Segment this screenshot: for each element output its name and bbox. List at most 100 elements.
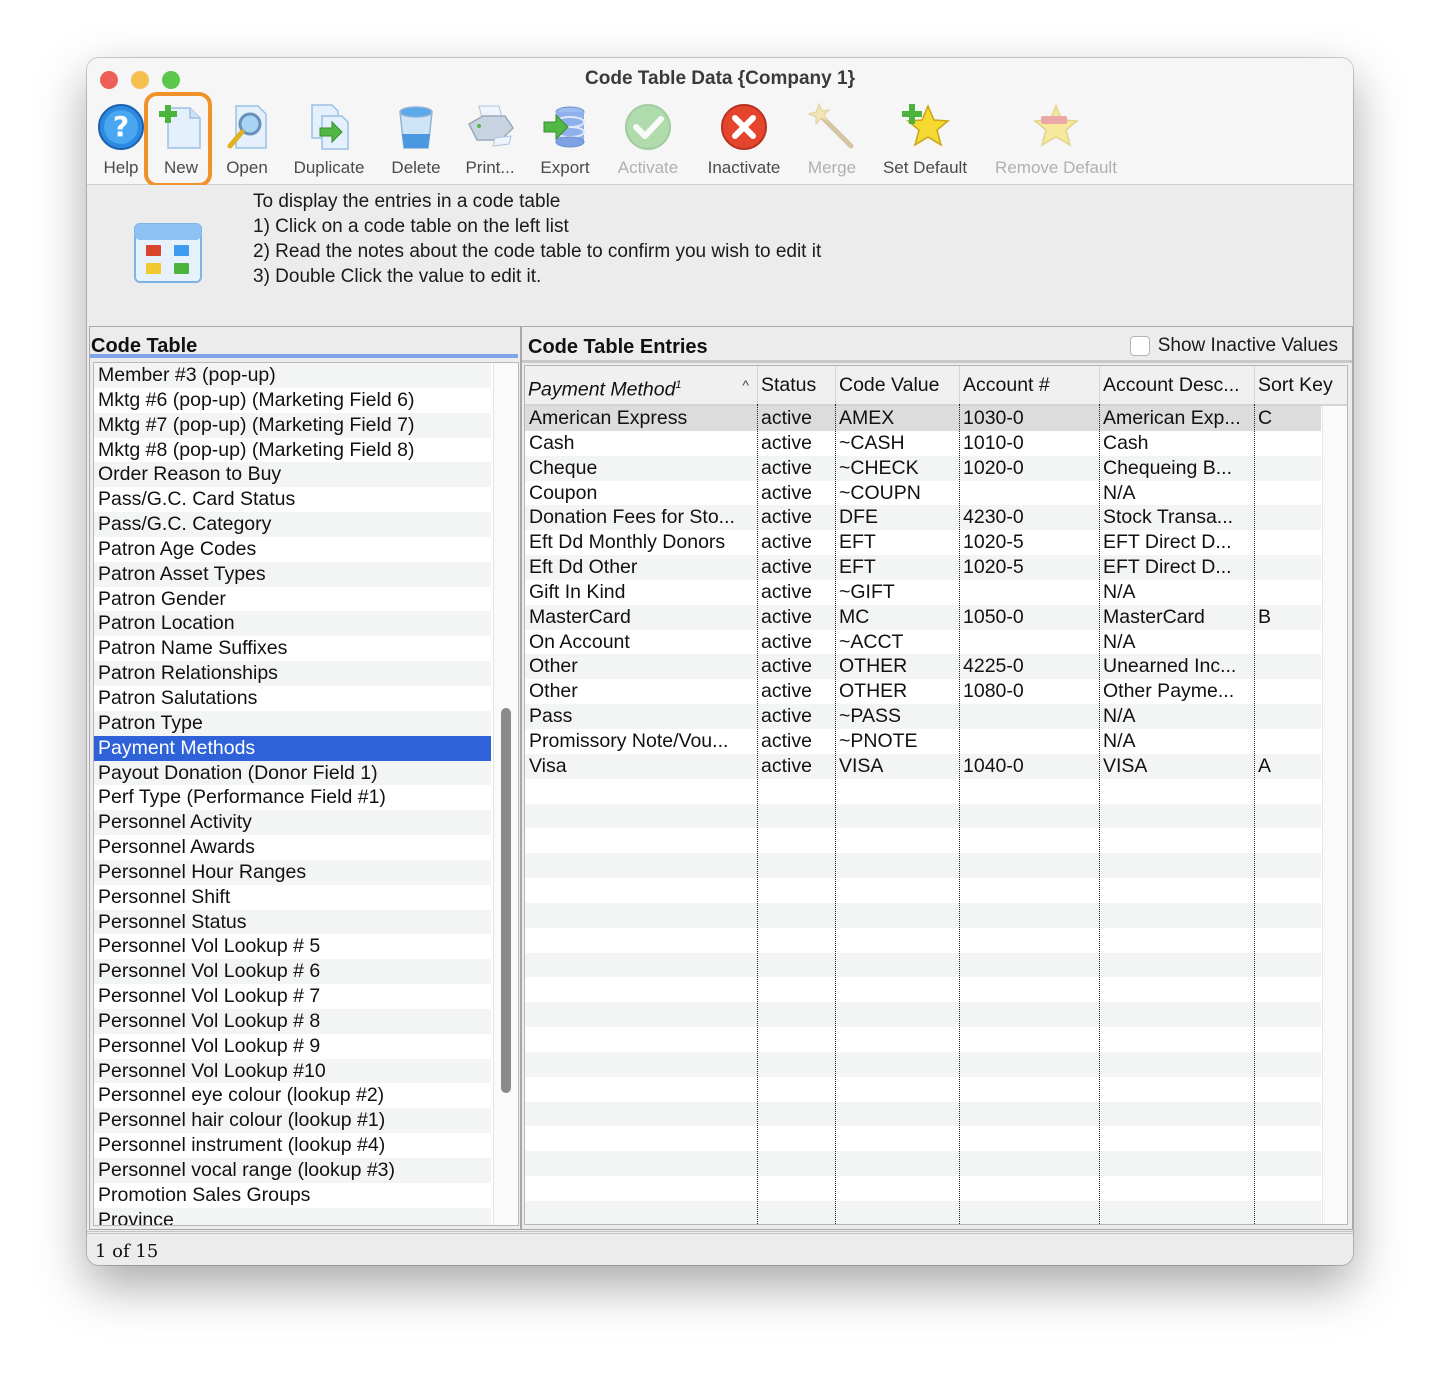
code-table-list-item[interactable]: Mktg #6 (pop-up) (Marketing Field 6) [94, 388, 491, 413]
cell-payment-method: Visa [529, 754, 567, 777]
column-header-code-value[interactable]: Code Value [835, 366, 959, 404]
code-table-list-item[interactable]: Personnel Awards [94, 835, 491, 860]
inactivate-button[interactable]: Inactivate [701, 98, 787, 182]
table-row[interactable]: Eft Dd Monthly Donors active EFT 1020-5 EFT … [525, 530, 1321, 555]
cell-account-desc: EFT Direct D... [1103, 531, 1232, 554]
toolbar: ? Help New Open Duplicate Delete Print..… [87, 98, 1353, 182]
code-table-list-item[interactable]: Personnel Status [94, 909, 491, 935]
code-table-list-item[interactable]: Personnel Vol Lookup # 7 [94, 984, 491, 1009]
code-table-list-item[interactable]: Personnel Hour Ranges [94, 859, 491, 885]
code-table-list-item[interactable]: Payout Donation (Donor Field 1) [94, 760, 491, 786]
code-table-list-item[interactable]: Patron Location [94, 611, 491, 637]
print-button[interactable]: Print... [459, 98, 521, 182]
cell-account-number: 1030-0 [963, 407, 1024, 429]
open-button[interactable]: Open [221, 98, 273, 182]
code-table-list-item[interactable]: Member #3 (pop-up) [94, 363, 491, 388]
code-table-list-item[interactable]: Pass/G.C. Category [94, 512, 491, 537]
code-table-list-item[interactable]: Patron Relationships [94, 661, 491, 686]
duplicate-icon [304, 102, 354, 152]
cell-account-number: 1040-0 [963, 754, 1024, 777]
show-inactive-toggle[interactable]: Show Inactive Values [1129, 335, 1338, 357]
table-row[interactable]: Cash active ~CASH 1010-0 Cash [525, 431, 1321, 456]
empty-table-row [525, 1176, 1321, 1201]
code-table-list-item[interactable]: Mktg #8 (pop-up) (Marketing Field 8) [94, 438, 491, 463]
duplicate-button[interactable]: Duplicate [287, 98, 371, 182]
table-row[interactable]: Donation Fees for Sto... active DFE 4230-0 S… [525, 505, 1321, 531]
table-row[interactable]: American Express active AMEX 1030-0 American… [525, 406, 1321, 431]
table-row[interactable]: Visa active VISA 1040-0 VISA A [525, 753, 1321, 779]
code-table-list-item[interactable]: Patron Age Codes [94, 537, 491, 562]
code-table-scroll-thumb[interactable] [501, 708, 511, 1093]
code-table-list-item[interactable]: Personnel Vol Lookup # 8 [94, 1008, 491, 1034]
entries-scrollbar[interactable] [1322, 406, 1347, 1224]
remove-default-button[interactable]: Remove Default [991, 98, 1121, 182]
table-row[interactable]: Other active OTHER 4225-0 Unearned Inc... [525, 654, 1321, 680]
code-table-list-item[interactable]: Personnel Shift [94, 885, 491, 910]
cell-account-desc: MasterCard [1103, 605, 1205, 628]
code-table-list-item[interactable]: Personnel Vol Lookup #10 [94, 1058, 491, 1084]
code-table-list-item[interactable]: Personnel Vol Lookup # 5 [94, 934, 491, 959]
instruction-line: 3) Double Click the value to edit it. [253, 266, 542, 287]
cell-payment-method: Cheque [529, 456, 598, 479]
code-table-list-item[interactable]: Payment Methods [94, 735, 491, 761]
code-table-list-item[interactable]: Province [94, 1207, 491, 1225]
cell-account-desc: Cash [1103, 431, 1149, 454]
code-table-list-item[interactable]: Patron Type [94, 710, 491, 736]
cell-sort-key [1254, 431, 1321, 456]
column-header-account-desc[interactable]: Account Desc... [1099, 366, 1254, 404]
code-table-list-item[interactable]: Personnel Vol Lookup # 6 [94, 959, 491, 985]
code-table-list[interactable]: Member #3 (pop-up) Mktg #6 (pop-up) (Mark… [93, 362, 519, 1226]
table-row[interactable]: Eft Dd Other active EFT 1020-5 EFT Direct D.… [525, 555, 1321, 580]
cell-code-value: VISA [839, 754, 884, 777]
code-table-list-item[interactable]: Perf Type (Performance Field #1) [94, 785, 491, 810]
set-default-button[interactable]: Set Default [877, 98, 973, 182]
code-table-list-item[interactable]: Patron Asset Types [94, 561, 491, 587]
activate-button[interactable]: Activate [613, 98, 683, 182]
cell-payment-method: Cash [529, 431, 575, 454]
table-row[interactable]: Coupon active ~COUPN N/A [525, 481, 1321, 506]
table-row[interactable]: Promissory Note/Vou... active ~PNOTE N/A [525, 729, 1321, 754]
window-title: Code Table Data {Company 1} [585, 68, 855, 89]
cell-status: active [761, 754, 812, 777]
table-row[interactable]: Cheque active ~CHECK 1020-0 Chequeing B... [525, 455, 1321, 481]
code-table-list-item[interactable]: Patron Gender [94, 587, 491, 612]
merge-button[interactable]: Merge [803, 98, 861, 182]
cell-payment-method: Promissory Note/Vou... [529, 729, 729, 752]
star-plus-icon [900, 102, 950, 152]
cell-account-desc: N/A [1103, 729, 1136, 752]
code-table-list-item[interactable]: Personnel Vol Lookup # 9 [94, 1034, 491, 1059]
code-table-list-item[interactable]: Personnel vocal range (lookup #3) [94, 1158, 491, 1183]
cell-payment-method: Eft Dd Other [529, 556, 638, 579]
code-table-list-item[interactable]: Order Reason to Buy [94, 462, 491, 488]
code-table-list-item[interactable]: Promotion Sales Groups [94, 1183, 491, 1208]
table-row[interactable]: Pass active ~PASS N/A [525, 704, 1321, 729]
show-inactive-checkbox[interactable] [1129, 336, 1150, 356]
table-row[interactable]: MasterCard active MC 1050-0 MasterCard B [525, 604, 1321, 630]
code-table-list-item[interactable]: Personnel eye colour (lookup #2) [94, 1083, 491, 1108]
code-table-list-item[interactable]: Personnel Activity [94, 810, 491, 836]
column-header-sort-key[interactable]: Sort Key [1254, 366, 1347, 404]
code-table-list-item[interactable]: Pass/G.C. Card Status [94, 487, 491, 512]
column-divider [1099, 404, 1100, 1224]
code-table-list-item[interactable]: Personnel hair colour (lookup #1) [94, 1108, 491, 1134]
code-table-scrollbar[interactable] [493, 363, 518, 1225]
svg-text:?: ? [113, 110, 129, 143]
table-row[interactable]: Other active OTHER 1080-0 Other Payme... [525, 679, 1321, 704]
cell-status: active [761, 680, 812, 703]
column-header-account-number[interactable]: Account # [959, 366, 1099, 404]
help-button[interactable]: ? Help [95, 98, 147, 182]
column-header-status[interactable]: Status [757, 366, 835, 404]
table-row[interactable]: Gift In Kind active ~GIFT N/A [525, 580, 1321, 605]
empty-table-row [525, 1126, 1321, 1151]
code-table-list-item[interactable]: Personnel instrument (lookup #4) [94, 1133, 491, 1158]
delete-button[interactable]: Delete [387, 98, 445, 182]
column-divider [757, 404, 758, 1224]
code-table-list-item[interactable]: Patron Salutations [94, 686, 491, 711]
column-header-payment-method[interactable]: Payment Method1 ^ [525, 366, 757, 404]
table-row[interactable]: On Account active ~ACCT N/A [525, 630, 1321, 655]
code-table-list-item[interactable]: Patron Name Suffixes [94, 636, 491, 661]
export-button[interactable]: Export [535, 98, 595, 182]
cell-sort-key [1254, 704, 1321, 729]
code-table-list-item[interactable]: Mktg #7 (pop-up) (Marketing Field 7) [94, 412, 491, 438]
instructions-area: To display the entries in a code table 1… [87, 185, 1353, 325]
